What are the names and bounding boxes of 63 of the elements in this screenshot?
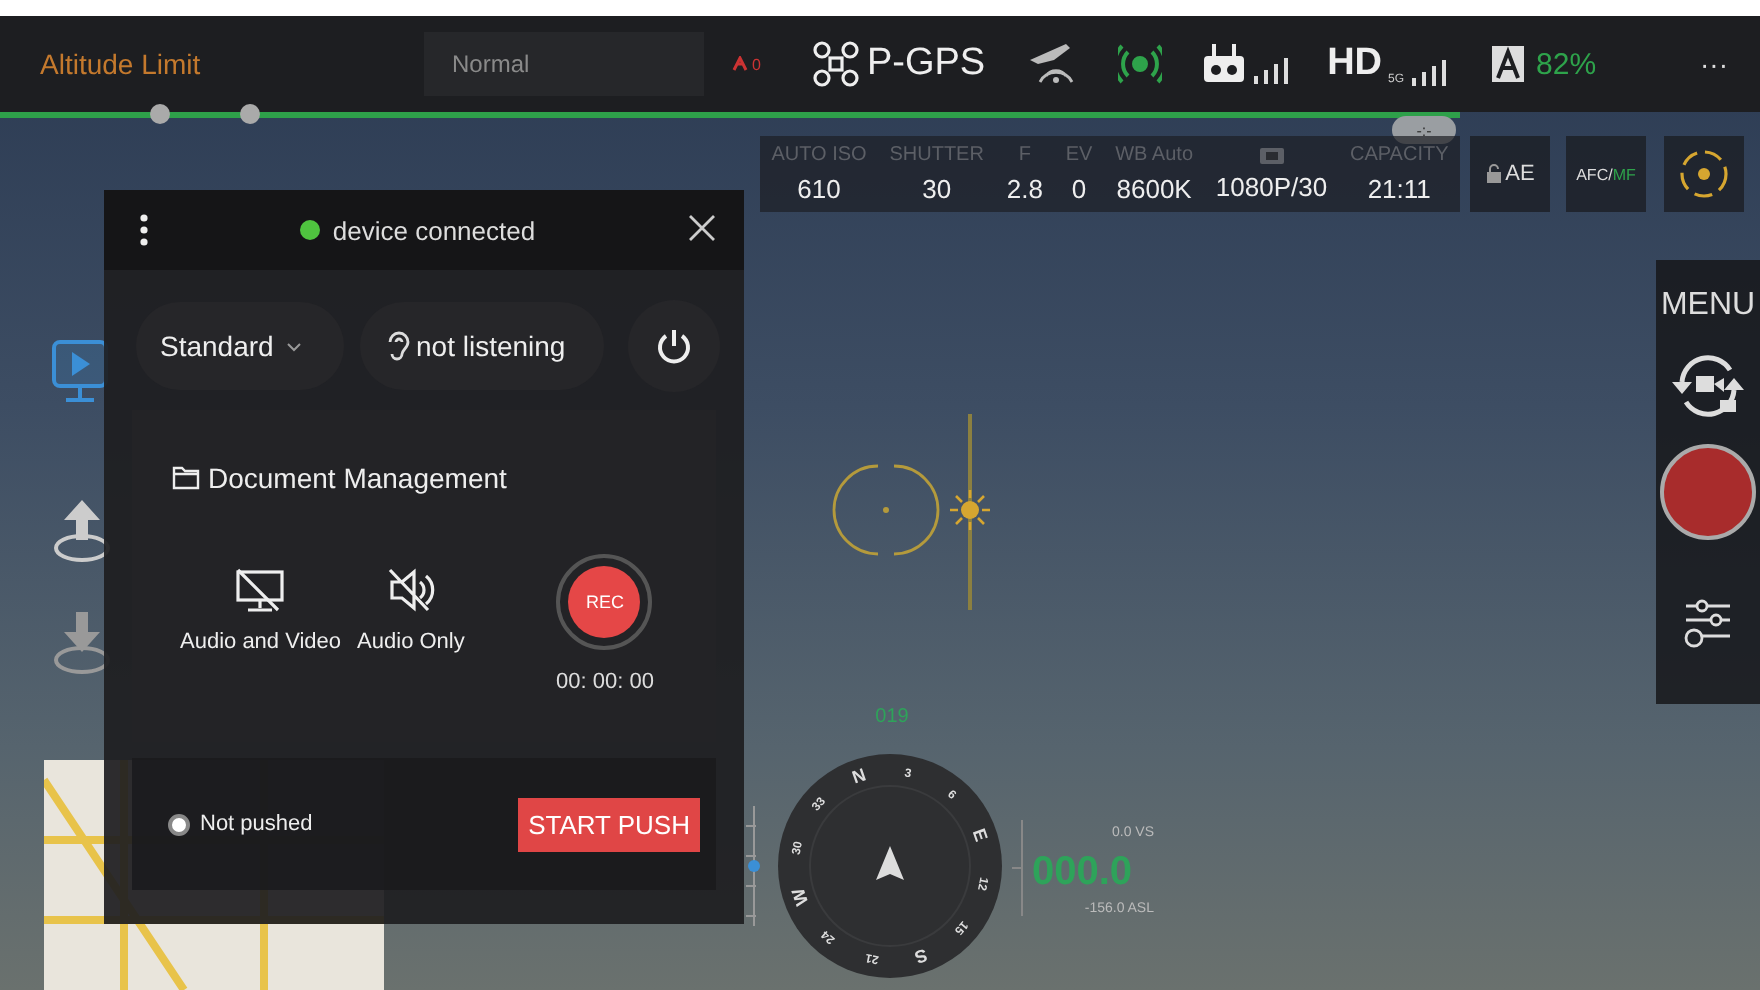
battery-percent: 82% [1536, 47, 1597, 81]
focus-button[interactable] [1664, 136, 1744, 212]
param-value[interactable]: 8600K [1116, 174, 1192, 204]
remote-signal-icon [1251, 56, 1288, 84]
chevron-down-icon [285, 341, 302, 351]
speaker-muted-icon [384, 566, 437, 614]
param-label: AUTO ISO [771, 144, 867, 168]
altitude-limit-label[interactable]: Altitude Limit [40, 48, 424, 80]
drone-icon [812, 40, 861, 88]
param-label: CAPACITY [1349, 144, 1449, 168]
video-format-icon [1259, 146, 1284, 166]
track-handle[interactable] [240, 104, 260, 124]
power-icon [656, 328, 692, 364]
ae-lock-button[interactable]: AE [1470, 136, 1550, 212]
param-value[interactable]: 30 [922, 174, 952, 204]
quality-dropdown[interactable]: Standard [136, 302, 344, 390]
video-off-icon [234, 566, 287, 614]
param-label: EV [1065, 144, 1093, 168]
exposure-slider-icon[interactable] [948, 414, 992, 610]
kebab-menu-icon[interactable] [140, 214, 148, 246]
video-signal-icon [1410, 58, 1447, 86]
param-value[interactable]: 21:11 [1367, 174, 1431, 204]
rec-button[interactable]: REC [556, 554, 653, 650]
aircraft-signal-icon [1025, 40, 1078, 88]
push-status: Not pushed [200, 812, 313, 836]
gps-mode-label: P-GPS [866, 42, 986, 86]
param-label: F [1018, 144, 1031, 168]
document-management-button[interactable]: Document Management [172, 462, 507, 494]
source-option[interactable]: Audio and Video [180, 566, 342, 654]
track-handle[interactable] [150, 104, 170, 124]
remote-controller-icon [1201, 44, 1246, 84]
folder-icon [172, 466, 200, 490]
recording-timer: 00: 00: 00 [556, 670, 654, 694]
power-button[interactable] [628, 300, 720, 392]
param-value[interactable]: 610 [797, 174, 841, 204]
record-button[interactable] [1660, 444, 1756, 540]
altitude-reading: 000.0 [1032, 850, 1133, 894]
video-monitor-icon[interactable] [52, 340, 108, 408]
camera-switch-icon[interactable] [1668, 352, 1748, 420]
heading-reading: 019 [875, 706, 909, 728]
lock-icon [1485, 164, 1502, 184]
aircraft-arrow-icon [876, 846, 904, 880]
settings-sliders-icon[interactable] [1682, 596, 1734, 652]
more-button[interactable]: ··· [1700, 48, 1728, 80]
param-label: WB Auto [1115, 144, 1193, 168]
push-status-indicator [168, 813, 190, 835]
source-option[interactable]: Audio Only [357, 566, 465, 654]
warning-count: 0 [752, 55, 761, 73]
listening-toggle[interactable]: not listening [360, 302, 604, 390]
signal-icon [1117, 42, 1162, 86]
param-value[interactable]: 1080P/30 [1215, 172, 1328, 202]
altitude-scale [745, 805, 760, 927]
flight-mode-field[interactable]: Normal [424, 32, 704, 96]
param-value[interactable]: 2.8 [1006, 174, 1043, 204]
param-value[interactable]: 0 [1071, 174, 1087, 204]
ear-icon [384, 330, 412, 362]
focus-mode-button[interactable]: AFC/MF [1566, 136, 1646, 212]
menu-button[interactable]: MENU [1660, 288, 1756, 324]
hd-label: HD [1327, 42, 1383, 86]
connection-status: device connected [332, 215, 536, 245]
focus-target-icon [1678, 148, 1730, 200]
start-push-button[interactable]: START PUSH [518, 797, 700, 851]
param-label: SHUTTER [889, 144, 984, 168]
